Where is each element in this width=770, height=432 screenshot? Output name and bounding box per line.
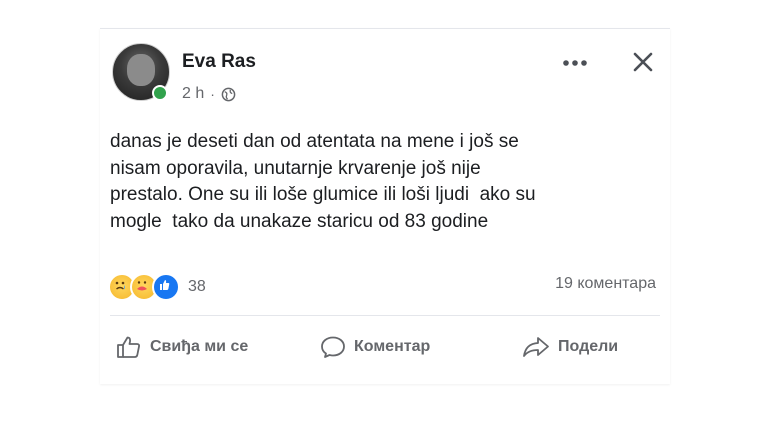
online-status-icon (152, 85, 168, 101)
share-button[interactable]: Подели (522, 335, 618, 359)
globe-icon (221, 87, 236, 102)
thumbs-up-icon (117, 336, 140, 358)
actions-divider (110, 315, 660, 316)
share-arrow-icon (523, 337, 549, 357)
author-name[interactable]: Eva Ras (182, 51, 256, 73)
more-dots-icon (563, 60, 587, 66)
reactions-summary[interactable]: 38 (108, 273, 206, 301)
comment-bubble-icon (321, 336, 345, 358)
post-meta: 2 h · (182, 85, 236, 103)
close-button[interactable] (628, 47, 658, 77)
like-icon (152, 273, 180, 301)
share-label: Подели (558, 338, 619, 355)
post-card: Eva Ras 2 h · danas je deseti dan od ate… (100, 28, 670, 384)
post-text: danas je deseti dan od atentata na mene … (110, 131, 536, 232)
reaction-count: 38 (188, 278, 206, 295)
comment-button[interactable]: Коментар (320, 335, 430, 359)
meta-separator: · (210, 86, 215, 102)
more-options-button[interactable] (558, 51, 592, 75)
close-icon (633, 52, 653, 72)
post-time[interactable]: 2 h (182, 85, 204, 103)
comment-label: Коментар (354, 338, 431, 355)
like-button[interactable]: Свиђа ми се (116, 335, 248, 359)
comment-count[interactable]: 19 коментара (555, 275, 656, 293)
like-label: Свиђа ми се (150, 338, 249, 355)
author-avatar[interactable] (112, 43, 170, 101)
